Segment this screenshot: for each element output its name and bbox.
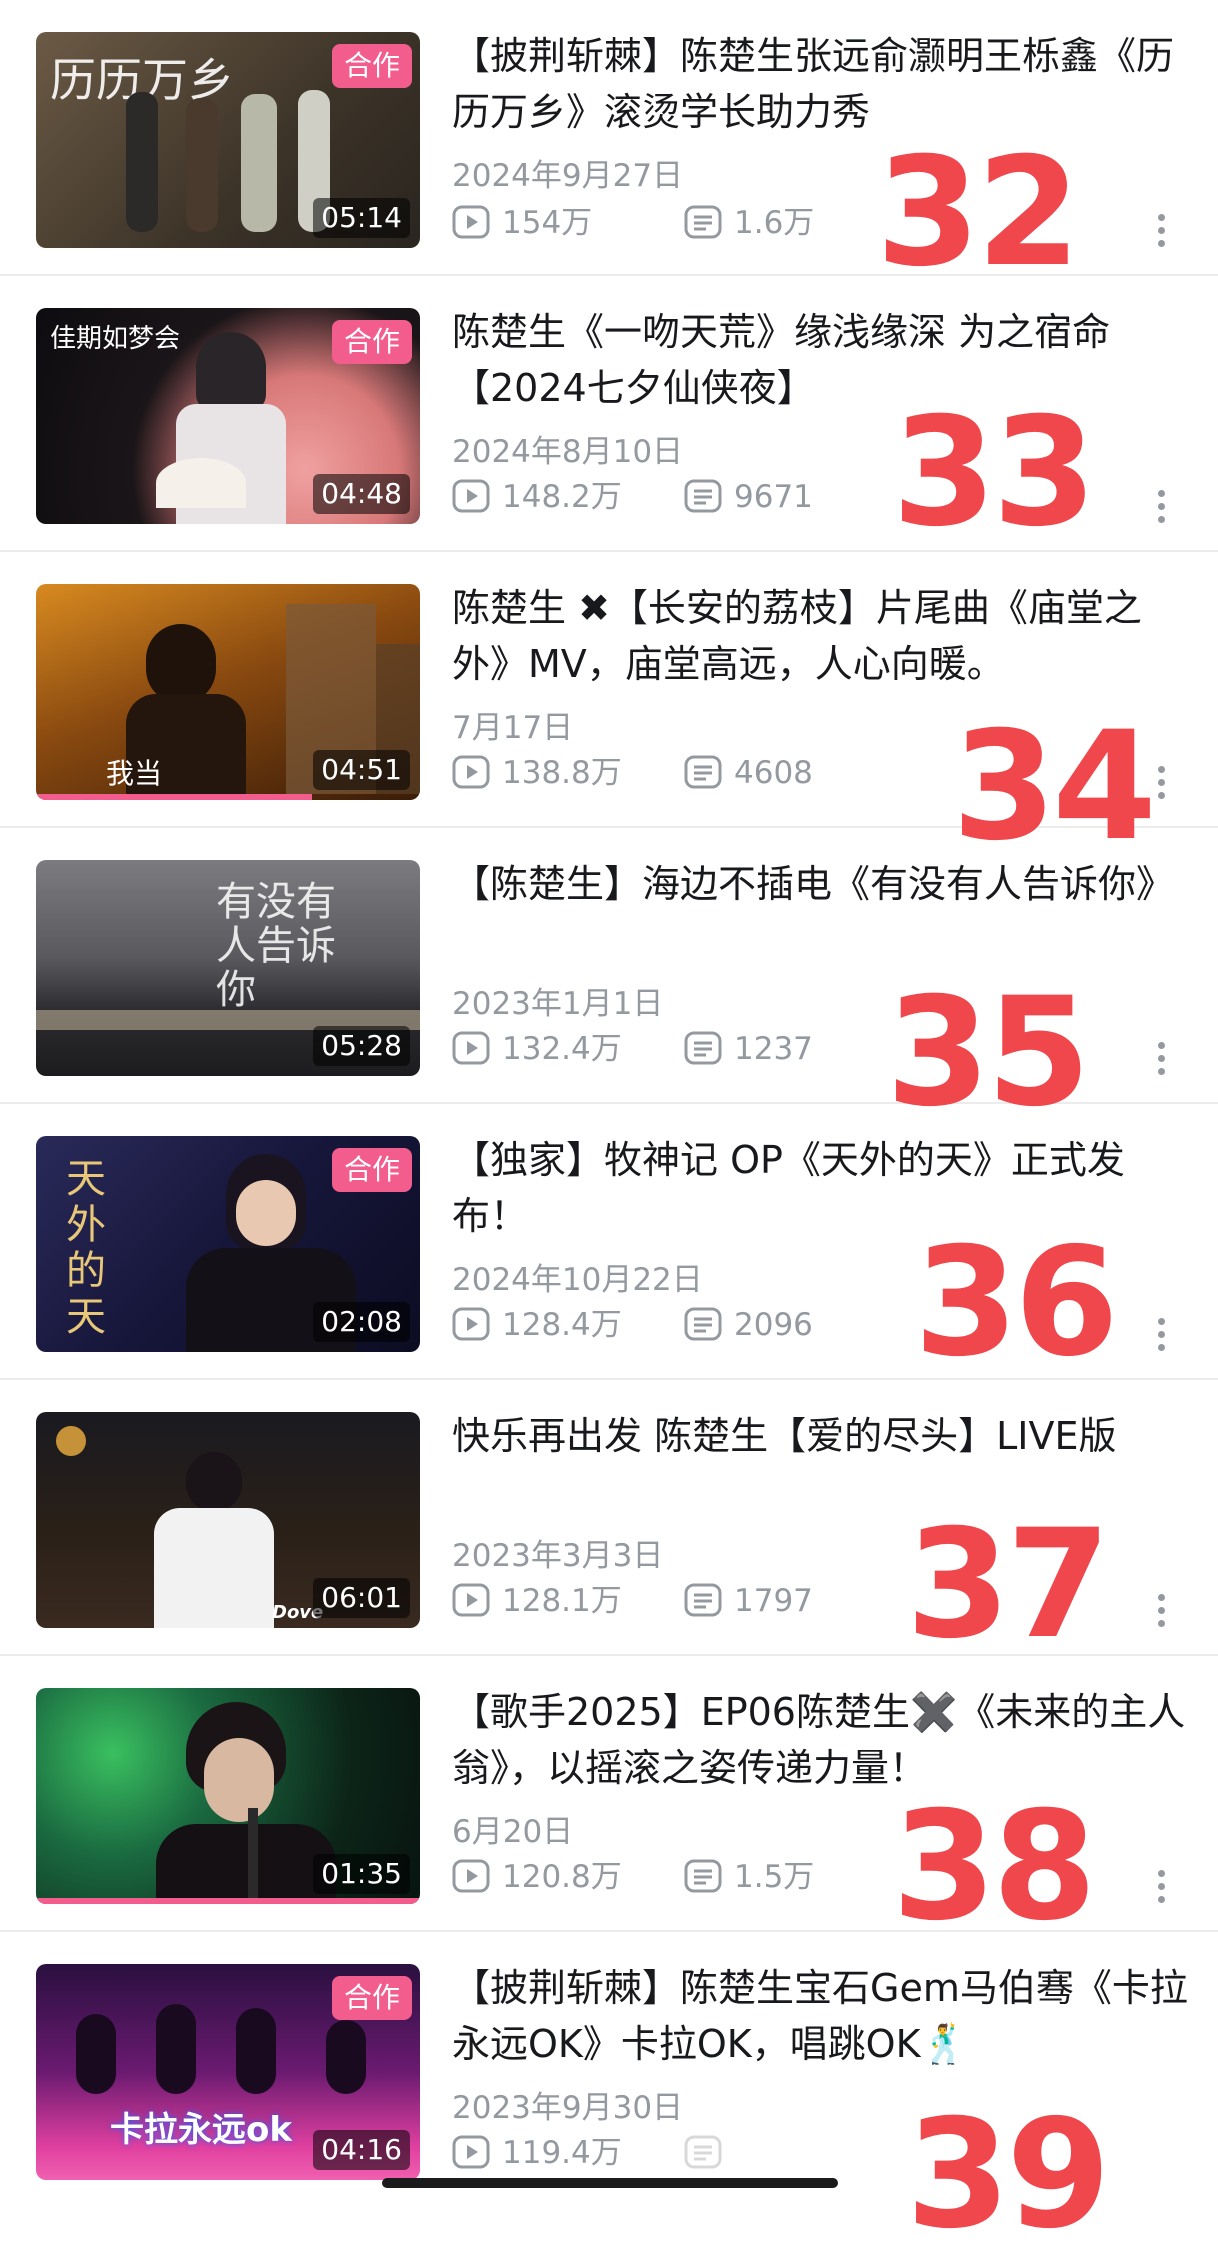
- play-count-icon: [452, 755, 490, 789]
- danmaku-icon: [684, 1307, 722, 1341]
- more-options-icon[interactable]: [1156, 1042, 1166, 1082]
- rank-number: 32: [876, 126, 1081, 300]
- list-item[interactable]: 天外的天 合作 02:08 【独家】牧神记 OP《天外的天》正式发布！ 2024…: [0, 1104, 1218, 1380]
- publish-date: 2023年3月3日: [452, 1538, 664, 1574]
- comment-count-value: 1.6万: [734, 205, 815, 241]
- rank-number: 38: [892, 1780, 1097, 1954]
- collab-badge: 合作: [332, 1976, 412, 2020]
- list-item[interactable]: 历历万乡 合作 05:14 【披荆斩棘】陈楚生张远俞灏明王栎鑫《历历万乡》滚烫学…: [0, 0, 1218, 288]
- video-thumbnail[interactable]: Dove 06:01: [36, 1412, 420, 1628]
- rank-number: 37: [906, 1498, 1111, 1672]
- video-thumbnail[interactable]: 有没有人告诉你 05:28: [36, 860, 420, 1076]
- publish-date: 2024年9月27日: [452, 158, 684, 194]
- video-title[interactable]: 陈楚生 ✖【长安的荔枝】片尾曲《庙堂之外》MV，庙堂高远，人心向暖。: [452, 580, 1192, 692]
- home-indicator[interactable]: [382, 2178, 838, 2188]
- danmaku-icon: [684, 479, 722, 513]
- view-count-value: 119.4万: [502, 2135, 622, 2171]
- list-item[interactable]: 卡拉永远ok 合作 04:16 【披荆斩棘】陈楚生宝石Gem马伯骞《卡拉永远OK…: [0, 1932, 1218, 2250]
- video-thumbnail[interactable]: 我当 04:51: [36, 584, 420, 800]
- list-item[interactable]: 我当 04:51 陈楚生 ✖【长安的荔枝】片尾曲《庙堂之外》MV，庙堂高远，人心…: [0, 552, 1218, 862]
- more-options-icon[interactable]: [1156, 490, 1166, 530]
- list-item[interactable]: Dove 06:01 快乐再出发 陈楚生【爱的尽头】LIVE版 2023年3月3…: [0, 1380, 1218, 1660]
- view-count-value: 120.8万: [502, 1859, 622, 1895]
- comment-count-value: 9671: [734, 479, 813, 515]
- more-options-icon[interactable]: [1156, 1594, 1166, 1634]
- comment-count-value: 1237: [734, 1031, 813, 1067]
- danmaku-icon: [684, 2135, 722, 2169]
- list-item[interactable]: 有没有人告诉你 05:28 【陈楚生】海边不插电《有没有人告诉你》 2023年1…: [0, 828, 1218, 1128]
- more-options-icon[interactable]: [1156, 214, 1166, 254]
- danmaku-icon: [684, 1859, 722, 1893]
- video-duration: 04:51: [313, 750, 410, 790]
- rank-number: 39: [906, 2088, 1111, 2262]
- danmaku-icon: [684, 1031, 722, 1065]
- view-count-value: 132.4万: [502, 1031, 622, 1067]
- rank-number: 33: [892, 386, 1097, 560]
- comment-count-value: 1.5万: [734, 1859, 815, 1895]
- rank-number: 36: [914, 1216, 1119, 1390]
- more-options-icon[interactable]: [1156, 1870, 1166, 1910]
- video-title[interactable]: 【陈楚生】海边不插电《有没有人告诉你》: [452, 856, 1192, 912]
- video-duration: 06:01: [313, 1578, 410, 1618]
- publish-date: 2023年1月1日: [452, 986, 664, 1022]
- video-duration: 04:48: [313, 474, 410, 514]
- publish-date: 2023年9月30日: [452, 2090, 684, 2126]
- view-count-value: 128.4万: [502, 1307, 622, 1343]
- publish-date: 2024年10月22日: [452, 1262, 703, 1298]
- play-count-icon: [452, 205, 490, 239]
- publish-date: 2024年8月10日: [452, 434, 684, 470]
- view-count-value: 138.8万: [502, 755, 622, 791]
- video-title[interactable]: 【披荆斩棘】陈楚生宝石Gem马伯骞《卡拉永远OK》卡拉OK，唱跳OK🕺: [452, 1960, 1192, 2072]
- danmaku-icon: [684, 755, 722, 789]
- video-duration: 05:14: [313, 198, 410, 238]
- danmaku-icon: [684, 205, 722, 239]
- thumbnail-caption: 有没有人告诉你: [216, 879, 336, 1013]
- thumbnail-caption: 天外的天: [66, 1156, 106, 1340]
- watch-progress-bar: [36, 1898, 420, 1904]
- view-count-value: 154万: [502, 205, 593, 241]
- video-thumbnail[interactable]: 天外的天 合作 02:08: [36, 1136, 420, 1352]
- more-options-icon[interactable]: [1156, 766, 1166, 806]
- list-item[interactable]: 佳期如梦会 合作 04:48 陈楚生《一吻天荒》缘浅缘深 为之宿命【2024七夕…: [0, 276, 1218, 552]
- view-count-value: 128.1万: [502, 1583, 622, 1619]
- more-options-icon[interactable]: [1156, 1318, 1166, 1358]
- play-count-icon: [452, 1307, 490, 1341]
- collab-badge: 合作: [332, 44, 412, 88]
- play-count-icon: [452, 1859, 490, 1893]
- thumbnail-caption: 我当: [106, 757, 163, 790]
- play-count-icon: [452, 1031, 490, 1065]
- comment-count-value: 2096: [734, 1307, 813, 1343]
- video-thumbnail[interactable]: 历历万乡 合作 05:14: [36, 32, 420, 248]
- play-count-icon: [452, 2135, 490, 2169]
- collab-badge: 合作: [332, 320, 412, 364]
- video-thumbnail[interactable]: 01:35: [36, 1688, 420, 1904]
- video-duration: 02:08: [313, 1302, 410, 1342]
- video-duration: 05:28: [313, 1026, 410, 1066]
- thumbnail-caption: 卡拉永远ok: [110, 2110, 292, 2150]
- watch-progress-bar: [36, 794, 313, 800]
- video-thumbnail[interactable]: 佳期如梦会 合作 04:48: [36, 308, 420, 524]
- publish-date: 7月17日: [452, 710, 574, 746]
- comment-count-value: 1797: [734, 1583, 813, 1619]
- video-title[interactable]: 【披荆斩棘】陈楚生张远俞灏明王栎鑫《历历万乡》滚烫学长助力秀: [452, 28, 1192, 140]
- play-count-icon: [452, 479, 490, 513]
- comment-count-value: 4608: [734, 755, 813, 791]
- danmaku-icon: [684, 1583, 722, 1617]
- play-count-icon: [452, 1583, 490, 1617]
- publish-date: 6月20日: [452, 1814, 574, 1850]
- video-duration: 01:35: [313, 1854, 410, 1894]
- list-item[interactable]: 01:35 【歌手2025】EP06陈楚生✖️《未来的主人翁》，以摇滚之姿传递力…: [0, 1656, 1218, 1942]
- thumbnail-caption: 佳期如梦会: [50, 324, 181, 354]
- video-title[interactable]: 快乐再出发 陈楚生【爱的尽头】LIVE版: [452, 1408, 1192, 1464]
- collab-badge: 合作: [332, 1148, 412, 1192]
- video-duration: 04:16: [313, 2130, 410, 2170]
- video-thumbnail[interactable]: 卡拉永远ok 合作 04:16: [36, 1964, 420, 2180]
- view-count-value: 148.2万: [502, 479, 622, 515]
